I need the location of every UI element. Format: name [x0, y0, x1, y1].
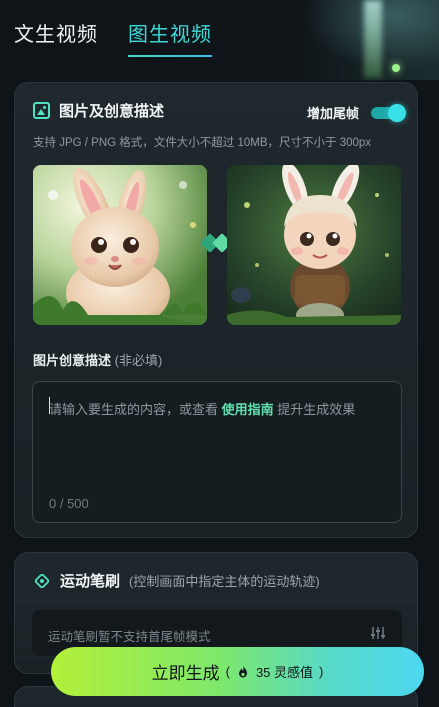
motion-brush-title: 运动笔刷	[60, 573, 121, 590]
mode-tabs: 文生视频 图生视频	[14, 18, 212, 57]
image-card-title: 图片及创意描述	[59, 103, 165, 120]
last-frame-image[interactable]	[227, 165, 401, 325]
cost-paren-close: )	[319, 664, 324, 679]
tab-text-to-video[interactable]: 文生视频	[14, 18, 98, 57]
tail-frame-toggle[interactable]	[371, 103, 406, 122]
sliders-icon[interactable]	[370, 625, 386, 641]
format-hint: 支持 JPG / PNG 格式，文件大小不超过 10MB，尺寸不小于 300px	[33, 137, 372, 149]
motion-brush-note-text: 运动笔刷暂不支持首尾帧模式	[48, 630, 211, 644]
bunny-illustration	[33, 165, 207, 325]
image-icon	[33, 102, 50, 119]
motion-brush-header: 运动笔刷 (控制画面中指定主体的运动轨迹)	[33, 570, 320, 591]
motion-brush-icon	[34, 573, 50, 588]
description-textarea[interactable]: 请输入要生成的内容，或查看 使用指南 提升生成效果 0 / 500	[32, 381, 402, 523]
generate-button[interactable]: 立即生成 ( 35 灵感值 )	[51, 647, 424, 696]
image-description-card: 图片及创意描述 增加尾帧 支持 JPG / PNG 格式，文件大小不超过 10M…	[14, 82, 418, 538]
tab-image-to-video[interactable]: 图生视频	[128, 18, 212, 57]
description-label-text: 图片创意描述	[33, 353, 112, 368]
usage-guide-link[interactable]: 使用指南	[222, 402, 274, 417]
description-label: 图片创意描述 (非必填)	[33, 350, 162, 369]
motion-brush-hint: (控制画面中指定主体的运动轨迹)	[129, 574, 320, 589]
first-frame-image[interactable]	[33, 165, 207, 325]
char-counter: 0 / 500	[49, 496, 89, 511]
placeholder-text-after: 提升生成效果	[277, 402, 356, 417]
optional-tag: (非必填)	[114, 353, 163, 368]
glow-dot	[392, 64, 400, 72]
light-streak	[364, 0, 382, 78]
character-illustration	[227, 165, 401, 325]
generate-label: 立即生成	[151, 664, 220, 683]
inspiration-fire-icon	[238, 665, 247, 677]
cost-paren-open: (	[225, 664, 230, 679]
generate-cost: 35 灵感值	[255, 665, 314, 680]
tail-frame-label: 增加尾帧	[306, 106, 359, 121]
tail-frame-control: 增加尾帧	[306, 103, 406, 122]
image-card-header: 图片及创意描述	[33, 100, 164, 121]
placeholder-text-before: 请输入要生成的内容，或查看	[49, 402, 219, 417]
background-glow	[289, 0, 439, 80]
textarea-placeholder: 请输入要生成的内容，或查看 使用指南 提升生成效果	[49, 399, 355, 418]
toggle-knob	[388, 103, 406, 122]
